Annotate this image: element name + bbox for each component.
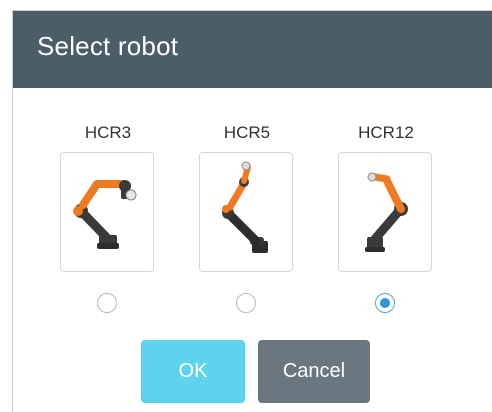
hcr5-robot-arm-image [222, 161, 268, 253]
robot-name-hcr3: HCR3 [84, 123, 132, 142]
ok-button[interactable]: OK [141, 340, 245, 403]
radio-hcr12[interactable] [375, 293, 395, 313]
hcr12-robot-arm-image [365, 172, 408, 252]
robot-card-hcr5[interactable] [199, 152, 293, 272]
hcr3-robot-arm-image [73, 180, 137, 249]
dialog-header: Select robot [13, 11, 492, 88]
robot-option-hcr5[interactable]: HCR5 [199, 122, 295, 313]
robot-card-hcr12[interactable] [338, 152, 432, 272]
robot-option-hcr12[interactable]: HCR12 [338, 122, 434, 313]
radio-hcr3[interactable] [97, 293, 117, 313]
cancel-button[interactable]: Cancel [258, 340, 370, 403]
radio-hcr5[interactable] [236, 293, 256, 313]
robot-option-hcr3[interactable]: HCR3 [60, 122, 156, 313]
robot-name-hcr5: HCR5 [223, 123, 271, 142]
robot-name-hcr12: HCR12 [358, 123, 414, 142]
dialog-title: Select robot [37, 31, 179, 61]
page: Select robot HCR3 HCR5 HCR12 OK Cancel [0, 0, 492, 412]
robot-card-hcr3[interactable] [60, 152, 154, 272]
select-robot-dialog: Select robot HCR3 HCR5 HCR12 OK Cancel [12, 10, 492, 412]
